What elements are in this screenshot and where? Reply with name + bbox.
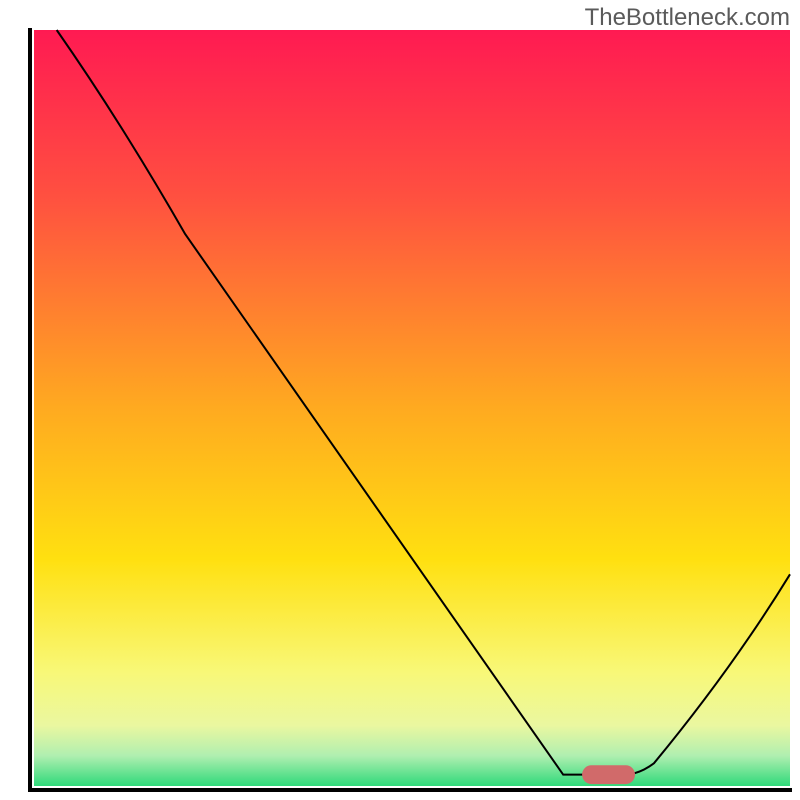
bottleneck-chart <box>0 0 800 800</box>
watermark-text: TheBottleneck.com <box>585 4 790 32</box>
chart-background <box>34 30 790 786</box>
optimal-marker <box>582 765 635 784</box>
chart-container: TheBottleneck.com <box>0 0 800 800</box>
